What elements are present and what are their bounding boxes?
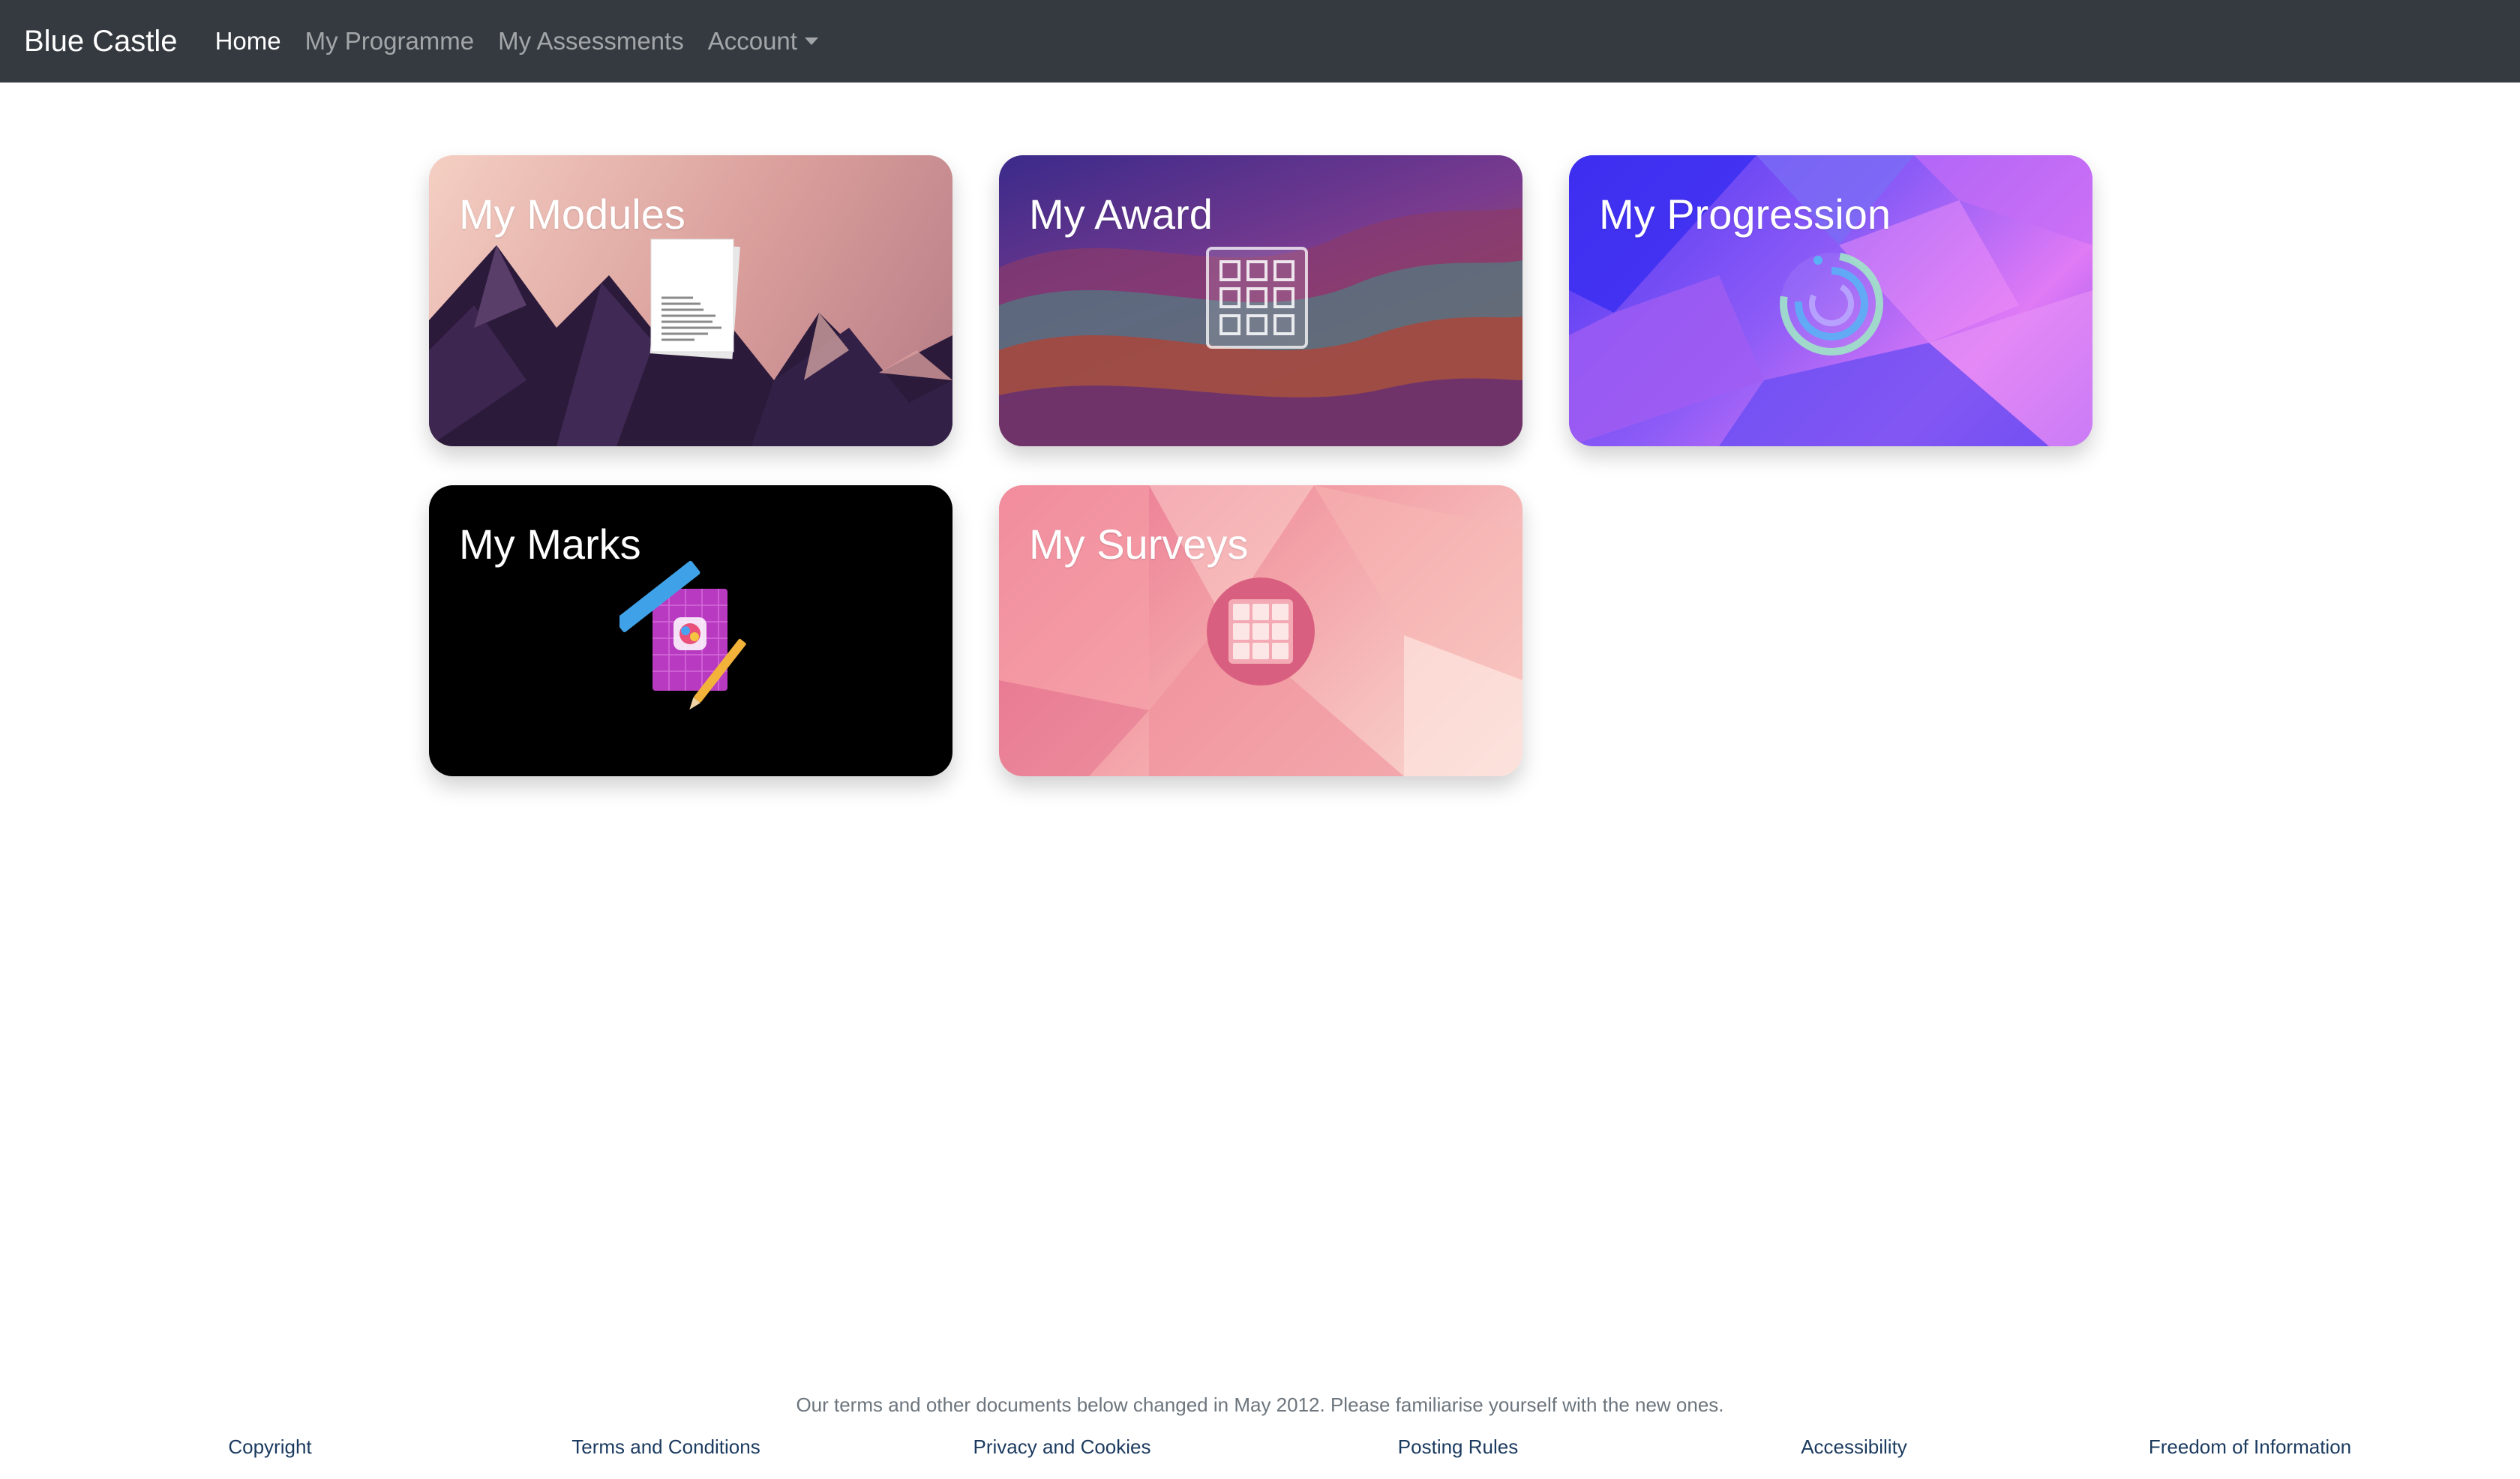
nav-account-label: Account: [707, 27, 797, 55]
tile-title: My Surveys: [1029, 520, 1249, 568]
tile-my-surveys[interactable]: My Surveys: [999, 485, 1522, 776]
tile-title: My Modules: [459, 190, 686, 238]
tile-my-progression[interactable]: My Progression: [1569, 155, 2092, 446]
footer-link-foi[interactable]: Freedom of Information: [2149, 1436, 2351, 1459]
footer-link-copyright[interactable]: Copyright: [228, 1436, 311, 1459]
notebook-ruler-pencil-icon: [620, 560, 746, 710]
nav-account-dropdown[interactable]: Account: [708, 27, 818, 56]
footer-link-privacy[interactable]: Privacy and Cookies: [974, 1436, 1151, 1459]
tile-my-modules[interactable]: My Modules: [429, 155, 952, 446]
nav-my-assessments[interactable]: My Assessments: [498, 27, 684, 56]
brand-link[interactable]: Blue Castle: [24, 25, 178, 58]
footer-link-posting-rules[interactable]: Posting Rules: [1398, 1436, 1518, 1459]
tile-title: My Award: [1029, 190, 1213, 238]
nav-my-programme[interactable]: My Programme: [305, 27, 475, 56]
footer-link-terms[interactable]: Terms and Conditions: [572, 1436, 760, 1459]
grid-icon: [1206, 247, 1308, 349]
footer-note: Our terms and other documents below chan…: [796, 1394, 1724, 1416]
tile-my-award[interactable]: My Award: [999, 155, 1522, 446]
footer-links: Copyright Terms and Conditions Privacy a…: [0, 1436, 2520, 1466]
nav-home[interactable]: Home: [215, 27, 281, 56]
caret-down-icon: [804, 38, 818, 45]
progress-ring-icon: [1780, 252, 1883, 356]
table-icon: [1207, 578, 1315, 686]
footer-link-accessibility[interactable]: Accessibility: [1801, 1436, 1907, 1459]
tile-my-marks[interactable]: My Marks: [429, 485, 952, 776]
tile-title: My Progression: [1599, 190, 1892, 238]
document-icon: [650, 238, 740, 359]
tile-title: My Marks: [459, 520, 641, 568]
top-navbar: Blue Castle Home My Programme My Assessm…: [0, 0, 2520, 82]
